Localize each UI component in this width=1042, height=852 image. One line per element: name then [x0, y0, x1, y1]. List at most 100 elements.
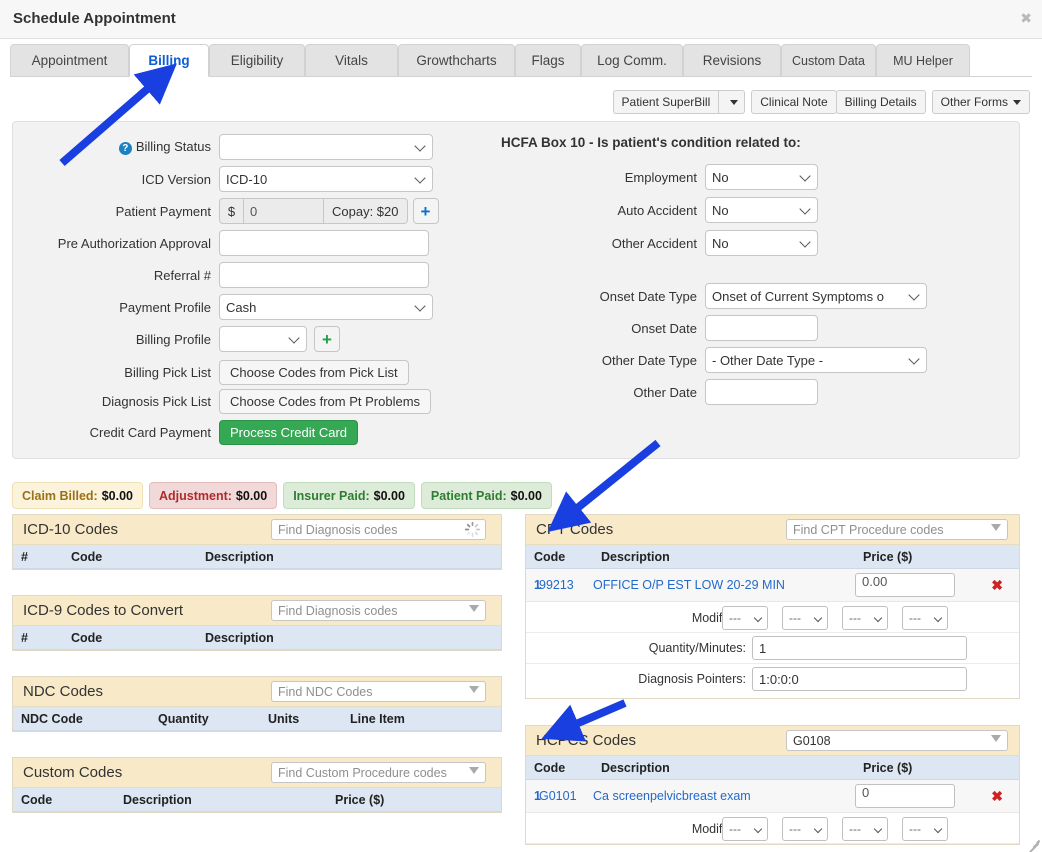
tab-strip: Appointment Billing Eligibility Vitals G… — [10, 44, 1032, 77]
other-forms-button[interactable]: Other Forms — [931, 90, 1030, 114]
billing-status-select[interactable] — [219, 134, 433, 160]
cpt-row-description[interactable]: OFFICE O/P EST LOW 20-29 MIN — [593, 578, 855, 592]
process-credit-card-button[interactable]: Process Credit Card — [219, 419, 359, 445]
column-header-code: Code — [71, 549, 103, 564]
cpt-modifier-4-select[interactable]: --- — [902, 606, 948, 630]
tab-log-comm[interactable]: Log Comm. — [581, 44, 683, 77]
payment-profile-select[interactable]: Cash — [219, 294, 433, 320]
icd9-search-input[interactable]: Find Diagnosis codes — [271, 600, 486, 621]
hcpcs-search-input[interactable]: G0108 — [786, 730, 1008, 751]
patient-superbill-button[interactable]: Patient SuperBill — [612, 90, 720, 114]
tab-revisions[interactable]: Revisions — [683, 44, 781, 77]
help-icon[interactable]: ? — [118, 142, 132, 155]
employment-select[interactable]: No — [705, 164, 818, 190]
hcfa-box10-title: HCFA Box 10 - Is patient's condition rel… — [501, 135, 801, 150]
tab-custom-data[interactable]: Custom Data — [781, 44, 876, 77]
cpt-modifier-1-select[interactable]: --- — [722, 606, 768, 630]
onset-date-input[interactable] — [705, 315, 818, 341]
column-header-description: Description — [601, 760, 670, 775]
hcpcs-price-input[interactable]: 0 — [855, 784, 955, 808]
table-row[interactable]: 1 G0101 Ca screenpelvicbreast exam 0 ✖ — [526, 780, 1019, 813]
other-date-type-label: Other Date Type — [601, 352, 697, 368]
schedule-appointment-modal: Schedule Appointment ✖ Appointment Billi… — [0, 0, 1042, 852]
hcpcs-modifier-3-select[interactable]: --- — [842, 817, 888, 841]
billing-status-label: ? Billing Status — [101, 139, 211, 155]
hcpcs-delete-icon[interactable]: ✖ — [991, 788, 1003, 805]
column-header-code: Code — [534, 549, 566, 564]
billing-details-button[interactable]: Billing Details — [835, 90, 926, 114]
resize-handle[interactable] — [1026, 836, 1040, 852]
cpt-search-input[interactable]: Find CPT Procedure codes — [786, 519, 1008, 540]
column-header-description: Description — [601, 549, 670, 564]
icd10-codes-panel: ICD-10 Codes Find Diagnosis codes # Code… — [12, 514, 502, 570]
icd10-search-input[interactable]: Find Diagnosis codes — [271, 519, 486, 540]
column-header-code: Code — [534, 760, 566, 775]
column-header-ndc-code: NDC Code — [21, 711, 83, 726]
column-header-units: Units — [268, 711, 300, 726]
chevron-down-icon — [730, 99, 739, 105]
choose-codes-pick-list-button[interactable]: Choose Codes from Pick List — [219, 359, 409, 385]
billing-summary-badges: Claim Billed: $0.00 Adjustment: $0.00 Insu… — [12, 482, 558, 509]
icd9-panel-header: ICD-9 Codes to Convert Find Diagnosis co… — [13, 596, 501, 626]
tab-billing[interactable]: Billing — [129, 44, 209, 77]
choose-codes-pt-problems-button[interactable]: Choose Codes from Pt Problems — [219, 388, 432, 414]
clinical-note-button[interactable]: Clinical Note — [751, 90, 837, 114]
icd10-panel-header: ICD-10 Codes Find Diagnosis codes — [13, 515, 501, 545]
chevron-down-icon — [469, 686, 479, 693]
referral-input[interactable] — [219, 262, 429, 288]
column-header-index: # — [21, 630, 28, 645]
tab-eligibility[interactable]: Eligibility — [209, 44, 305, 77]
cpt-quantity-input[interactable]: 1 — [752, 636, 967, 660]
icd10-panel-title: ICD-10 Codes — [23, 521, 119, 538]
payment-profile-label: Payment Profile — [119, 299, 211, 315]
add-billing-profile-button[interactable]: + — [314, 326, 340, 352]
ndc-search-input[interactable]: Find NDC Codes — [271, 681, 486, 702]
cpt-price-input[interactable]: 0.00 — [855, 573, 955, 597]
cpt-modifier-3-select[interactable]: --- — [842, 606, 888, 630]
close-icon[interactable]: ✖ — [1020, 11, 1032, 25]
add-payment-button[interactable]: + — [412, 198, 439, 224]
custom-search-input[interactable]: Find Custom Procedure codes — [271, 762, 486, 783]
page-title: Schedule Appointment — [13, 10, 176, 27]
custom-codes-panel: Custom Codes Find Custom Procedure codes… — [12, 757, 502, 813]
cpt-row-code[interactable]: 99213 — [539, 578, 593, 592]
auto-accident-select[interactable]: No — [705, 197, 818, 223]
hcpcs-table-header: Code Description Price ($) — [526, 756, 1019, 780]
cpt-modifier-2-select[interactable]: --- — [782, 606, 828, 630]
tab-appointment[interactable]: Appointment — [10, 44, 129, 77]
hcpcs-row-code[interactable]: G0101 — [539, 789, 593, 803]
other-date-type-select[interactable]: - Other Date Type - — [705, 347, 927, 373]
employment-label: Employment — [624, 169, 697, 185]
column-header-code: Code — [21, 792, 53, 807]
credit-card-payment-label: Credit Card Payment — [89, 424, 211, 440]
billing-profile-select[interactable] — [219, 326, 307, 352]
custom-panel-title: Custom Codes — [23, 764, 123, 781]
tab-flags[interactable]: Flags — [515, 44, 581, 77]
hcpcs-modifier-4-select[interactable]: --- — [902, 817, 948, 841]
diagnosis-pick-list-label: Diagnosis Pick List — [101, 393, 211, 409]
tab-mu-helper[interactable]: MU Helper — [876, 44, 970, 77]
hcpcs-modifier-1-select[interactable]: --- — [722, 817, 768, 841]
modal-titlebar: Schedule Appointment ✖ — [0, 0, 1042, 39]
status-badge-adjustment: Adjustment: $0.00 — [149, 482, 278, 509]
patient-paid-label: Patient Paid: — [430, 488, 507, 503]
column-header-price: Price ($) — [863, 760, 913, 775]
hcpcs-modifier-2-select[interactable]: --- — [782, 817, 828, 841]
other-date-input[interactable] — [705, 379, 818, 405]
cpt-quantity-label: Quantity/Minutes: — [648, 641, 746, 655]
pre-auth-input[interactable] — [219, 230, 429, 256]
other-accident-select[interactable]: No — [705, 230, 818, 256]
column-header-quantity: Quantity — [158, 711, 209, 726]
onset-date-type-select[interactable]: Onset of Current Symptoms o — [705, 283, 927, 309]
tab-growthcharts[interactable]: Growthcharts — [398, 44, 515, 77]
referral-label: Referral # — [153, 267, 211, 283]
patient-payment-label: Patient Payment — [115, 203, 211, 219]
tab-vitals[interactable]: Vitals — [305, 44, 398, 77]
table-row[interactable]: 1 99213 OFFICE O/P EST LOW 20-29 MIN 0.0… — [526, 569, 1019, 602]
patient-payment-input[interactable]: 0 — [243, 198, 323, 224]
patient-superbill-dropdown-button[interactable] — [718, 90, 746, 114]
icd-version-select[interactable]: ICD-10 — [219, 166, 433, 192]
cpt-delete-icon[interactable]: ✖ — [991, 577, 1003, 594]
hcpcs-row-description[interactable]: Ca screenpelvicbreast exam — [593, 789, 855, 803]
cpt-diagnosis-pointers-input[interactable]: 1:0:0:0 — [752, 667, 967, 691]
